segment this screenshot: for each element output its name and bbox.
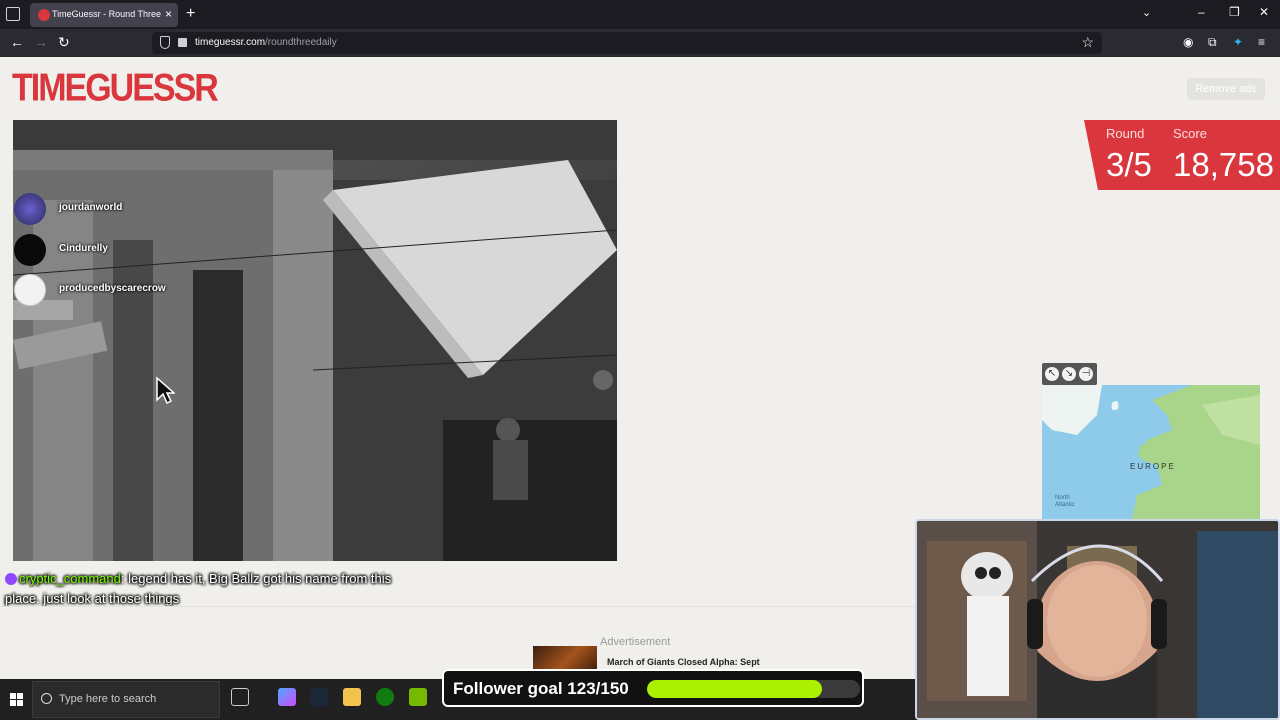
back-arrow-icon[interactable]: ← [10,34,24,50]
minimize-icon[interactable]: – [1198,5,1205,19]
avatar [14,193,46,225]
task-view-icon[interactable] [231,688,249,706]
ad-title[interactable]: March of Giants Closed Alpha: Sept [607,657,760,667]
chat-username: cryptic_command [19,571,121,586]
score-value: 18,758 [1173,146,1274,183]
windows-start-icon[interactable] [10,693,23,706]
extension-icon[interactable]: ✦ [1233,35,1243,49]
taskbar-search-input[interactable]: Type here to search [32,681,220,718]
forward-arrow-icon[interactable]: → [34,34,48,50]
avatar [14,234,46,266]
maximize-icon[interactable]: ❐ [1229,5,1240,19]
map-label-region: EUROPE [1130,462,1176,471]
tab-close-icon[interactable]: × [165,7,172,21]
close-window-icon[interactable]: ✕ [1259,5,1269,19]
social-name: Cindurelly [59,243,108,254]
url-bar[interactable]: timeguessr.com/roundthreedaily ☆ [152,32,1102,54]
social-name: jourdanworld [59,202,123,213]
xbox-icon[interactable] [376,688,394,706]
search-icon [41,693,52,704]
new-tab-icon[interactable]: + [186,5,195,23]
map-label-ocean: North Atlantic [1055,495,1075,508]
tab-title: TimeGuessr - Round Three [52,9,162,19]
chat-message: cryptic_command: legend has it, Big Ball… [5,571,392,606]
streamer-webcam [915,519,1280,720]
timeguessr-logo[interactable]: TIMEGUESSR [12,66,219,111]
lock-icon[interactable] [178,38,187,47]
reload-icon[interactable]: ↻ [58,34,70,51]
guess-map[interactable]: EUROPE North Atlantic [1042,385,1260,520]
favicon-icon [38,9,50,21]
ad-label: Advertisement [600,636,671,648]
mouse-cursor-icon [156,376,175,405]
nvidia-icon[interactable] [409,688,427,706]
search-placeholder: Type here to search [59,693,157,705]
bookmark-star-icon[interactable]: ☆ [1081,34,1094,51]
browser-nav-bar: ← → ↻ timeguessr.com/roundthreedaily ☆ ◉… [0,29,1280,57]
browser-tab-bar: TimeGuessr - Round Three × + ⌄ – ❐ ✕ [0,0,1280,29]
follower-goal-progress-fill [647,680,822,698]
score-panel: Round Score 3/5 18,758 [1084,120,1280,190]
expand-map-icon[interactable]: ↖ [1045,367,1059,381]
follower-goal-label: Follower goal 123/150 [453,679,629,698]
avatar [14,274,46,306]
score-label: Score [1173,126,1207,141]
file-explorer-icon[interactable] [343,688,361,706]
shrink-map-icon[interactable]: ↘ [1062,367,1076,381]
round-label: Round [1106,126,1145,141]
remove-ads-button[interactable]: Remove ads [1187,78,1265,100]
extensions-icon[interactable]: ⧉ [1208,35,1217,50]
copilot-icon[interactable] [278,688,296,706]
follower-goal-widget: Follower goal 123/150 [442,669,864,707]
shield-icon[interactable] [160,36,170,49]
follower-goal-progress-bar [647,680,860,698]
pin-map-icon[interactable]: ⊣ [1079,367,1093,381]
tab-list-icon[interactable] [6,7,20,21]
url-text[interactable]: timeguessr.com/roundthreedaily [195,37,337,48]
round-value: 3/5 [1106,146,1152,183]
browser-tab-active[interactable]: TimeGuessr - Round Three × [30,3,178,27]
steam-icon[interactable] [310,688,328,706]
chevron-down-icon[interactable]: ⌄ [1142,6,1151,19]
account-icon[interactable]: ◉ [1183,35,1193,49]
map-controls: ↖ ↘ ⊣ [1042,363,1097,385]
round-photo[interactable] [13,120,617,561]
social-name: producedbyscarecrow [59,283,166,294]
menu-icon[interactable]: ≡ [1258,35,1265,49]
subscriber-badge-icon [5,573,17,585]
